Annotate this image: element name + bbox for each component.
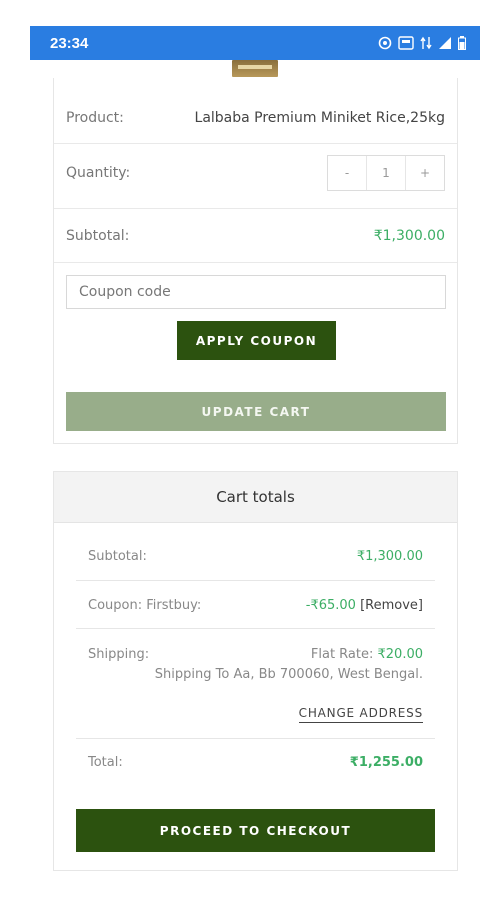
totals-subtotal-value: ₹1,300.00: [356, 548, 423, 564]
coupon-discount-value: -₹65.00: [305, 597, 356, 613]
quantity-stepper[interactable]: - 1 +: [327, 155, 445, 191]
divider: [76, 628, 435, 629]
cart-totals-heading: Cart totals: [54, 472, 457, 523]
total-row: Total: ₹1,255.00: [76, 742, 435, 782]
battery-icon: [458, 36, 466, 50]
coupon-label: Coupon: Firstbuy:: [88, 597, 202, 613]
quantity-label: Quantity:: [66, 165, 131, 181]
subtotal-value: ₹1,300.00: [373, 228, 445, 244]
product-row: Product: Lalbaba Premium Miniket Rice,25…: [54, 98, 457, 138]
quantity-value[interactable]: 1: [366, 156, 405, 190]
shipping-label: Shipping:: [88, 646, 150, 662]
update-cart-button[interactable]: UPDATE CART: [66, 392, 446, 431]
cart-item-card: Product: Lalbaba Premium Miniket Rice,25…: [53, 78, 458, 444]
change-address-link[interactable]: CHANGE ADDRESS: [298, 706, 423, 723]
quantity-row: Quantity: - 1 +: [54, 153, 457, 193]
status-time: 23:34: [50, 34, 89, 52]
total-label: Total:: [88, 754, 123, 770]
data-arrows-icon: [420, 36, 432, 50]
signal-icon: [439, 37, 451, 49]
totals-subtotal-label: Subtotal:: [88, 548, 147, 564]
coupon-discount: -₹65.00 [Remove]: [306, 598, 423, 613]
cart-totals-card: Cart totals Subtotal: ₹1,300.00 Coupon: …: [53, 471, 458, 871]
totals-subtotal-row: Subtotal: ₹1,300.00: [76, 536, 435, 576]
status-icons: [378, 36, 466, 50]
quantity-plus-button[interactable]: +: [405, 156, 444, 190]
volte-icon: [398, 36, 414, 50]
shipping-method: Flat Rate:: [310, 646, 378, 662]
shipping-rate: Flat Rate: ₹20.00: [311, 647, 423, 662]
divider: [54, 143, 457, 144]
proceed-to-checkout-button[interactable]: PROCEED TO CHECKOUT: [76, 809, 435, 852]
quantity-minus-button[interactable]: -: [328, 156, 366, 190]
divider: [76, 738, 435, 739]
coupon-code-input[interactable]: [66, 275, 446, 309]
status-bar: 23:34: [30, 26, 480, 60]
divider: [54, 262, 457, 263]
product-label: Product:: [66, 110, 124, 126]
shipping-value: ₹20.00: [377, 646, 424, 662]
subtotal-row: Subtotal: ₹1,300.00: [54, 216, 457, 256]
hotspot-icon: [378, 36, 392, 50]
product-thumbnail[interactable]: [232, 60, 278, 77]
divider: [54, 208, 457, 209]
total-value: ₹1,255.00: [349, 754, 423, 770]
shipping-destination: Shipping To Aa, Bb 700060, West Bengal.: [154, 667, 423, 682]
remove-coupon-link[interactable]: [Remove]: [360, 598, 423, 613]
subtotal-label: Subtotal:: [66, 228, 130, 244]
product-name-link[interactable]: Lalbaba Premium Miniket Rice,25kg: [195, 110, 445, 126]
coupon-row: Coupon: Firstbuy: -₹65.00 [Remove]: [76, 585, 435, 625]
divider: [76, 580, 435, 581]
apply-coupon-button[interactable]: APPLY COUPON: [177, 321, 336, 360]
